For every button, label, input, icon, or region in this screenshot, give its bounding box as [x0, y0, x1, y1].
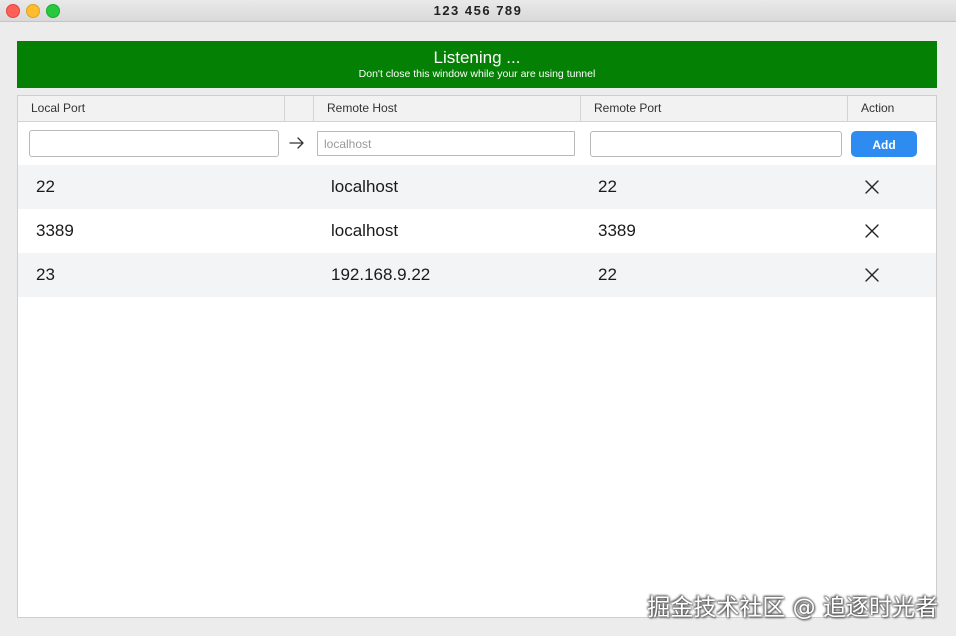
close-icon[interactable] — [864, 179, 880, 195]
table-row: 3389 localhost 3389 — [18, 209, 936, 253]
table-header: Local Port Remote Host Remote Port Actio… — [18, 96, 936, 122]
row-remote-port: 22 — [598, 177, 617, 196]
row-local-port: 22 — [36, 177, 55, 196]
header-remote-port: Remote Port — [581, 96, 848, 121]
status-subtitle: Don't close this window while your are u… — [358, 68, 596, 80]
close-icon[interactable] — [864, 267, 880, 283]
add-button[interactable]: Add — [851, 131, 917, 157]
row-remote-host: localhost — [331, 221, 399, 240]
header-remote-host: Remote Host — [314, 96, 581, 121]
status-banner: Listening ... Don't close this window wh… — [17, 41, 937, 88]
window-titlebar: 123 456 789 — [0, 0, 956, 22]
tunnel-table: Local Port Remote Host Remote Port Actio… — [17, 95, 937, 618]
row-local-port: 3389 — [36, 221, 74, 240]
row-local-port: 23 — [36, 265, 55, 284]
watermark: 掘金技术社区 @ 追逐时光者 — [647, 595, 938, 621]
table-row: 22 localhost 22 — [18, 165, 936, 209]
status-title: Listening ... — [433, 48, 521, 67]
header-action: Action — [861, 101, 895, 115]
table-row: 23 192.168.9.22 22 — [18, 253, 936, 297]
row-remote-host: localhost — [331, 177, 399, 196]
window-title: 123 456 789 — [433, 3, 523, 18]
header-arrow — [285, 96, 314, 121]
remote-port-input[interactable] — [590, 131, 842, 157]
row-remote-port: 22 — [598, 265, 617, 284]
local-port-input[interactable] — [29, 130, 279, 157]
remote-host-input[interactable] — [317, 131, 575, 156]
row-remote-port: 3389 — [598, 221, 636, 240]
arrow-right-icon — [289, 137, 304, 149]
header-local-port: Local Port — [18, 96, 285, 121]
close-icon[interactable] — [864, 223, 880, 239]
row-remote-host: 192.168.9.22 — [331, 265, 431, 284]
